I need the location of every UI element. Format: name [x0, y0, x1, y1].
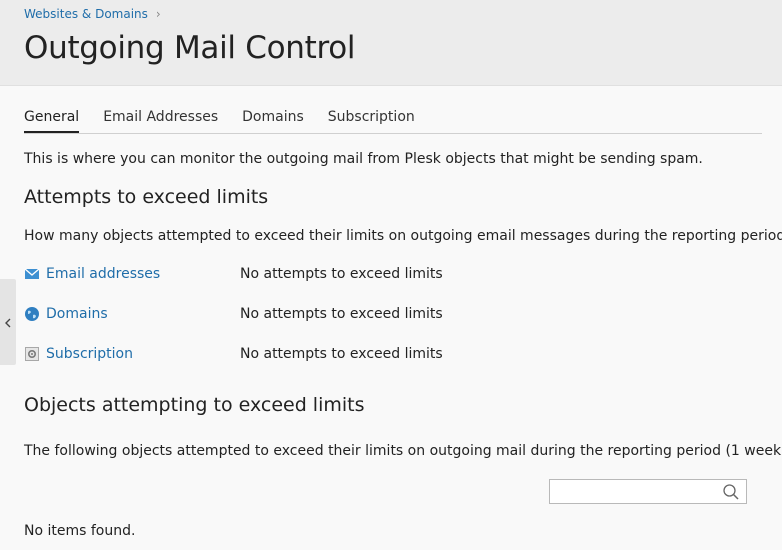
- tab-subscription[interactable]: Subscription: [328, 108, 415, 132]
- email-addresses-link[interactable]: Email addresses: [24, 266, 160, 282]
- empty-state-text: No items found.: [24, 523, 136, 539]
- tab-bar: General Email Addresses Domains Subscrip…: [24, 108, 762, 134]
- tab-email-addresses[interactable]: Email Addresses: [103, 108, 218, 132]
- intro-text: This is where you can monitor the outgoi…: [24, 151, 703, 167]
- objects-description: The following objects attempted to excee…: [24, 443, 782, 459]
- breadcrumb: Websites & Domains ›: [24, 7, 161, 21]
- search-input[interactable]: [550, 480, 730, 503]
- subscription-value: No attempts to exceed limits: [240, 346, 443, 362]
- subscription-link[interactable]: Subscription: [24, 346, 133, 362]
- objects-heading: Objects attempting to exceed limits: [24, 394, 365, 416]
- domains-label: Domains: [46, 306, 108, 322]
- domains-link[interactable]: Domains: [24, 306, 108, 322]
- envelope-icon: [24, 266, 40, 282]
- breadcrumb-link-websites-domains[interactable]: Websites & Domains: [24, 7, 148, 21]
- page-header: Websites & Domains › Outgoing Mail Contr…: [0, 0, 782, 86]
- chevron-left-icon: [4, 313, 12, 332]
- globe-icon: [24, 306, 40, 322]
- email-addresses-value: No attempts to exceed limits: [240, 266, 443, 282]
- search-icon[interactable]: [722, 483, 740, 501]
- subscription-icon: [24, 346, 40, 362]
- chevron-right-icon: ›: [155, 7, 161, 21]
- attempts-heading: Attempts to exceed limits: [24, 186, 269, 208]
- page-title: Outgoing Mail Control: [24, 30, 356, 66]
- tab-domains[interactable]: Domains: [242, 108, 304, 132]
- tab-general[interactable]: General: [24, 108, 80, 133]
- sidebar-toggle[interactable]: [0, 279, 16, 365]
- search-box: [549, 479, 747, 504]
- subscription-label: Subscription: [46, 346, 133, 362]
- domains-value: No attempts to exceed limits: [240, 306, 443, 322]
- email-addresses-label: Email addresses: [46, 266, 161, 282]
- attempts-description: How many objects attempted to exceed the…: [24, 228, 782, 244]
